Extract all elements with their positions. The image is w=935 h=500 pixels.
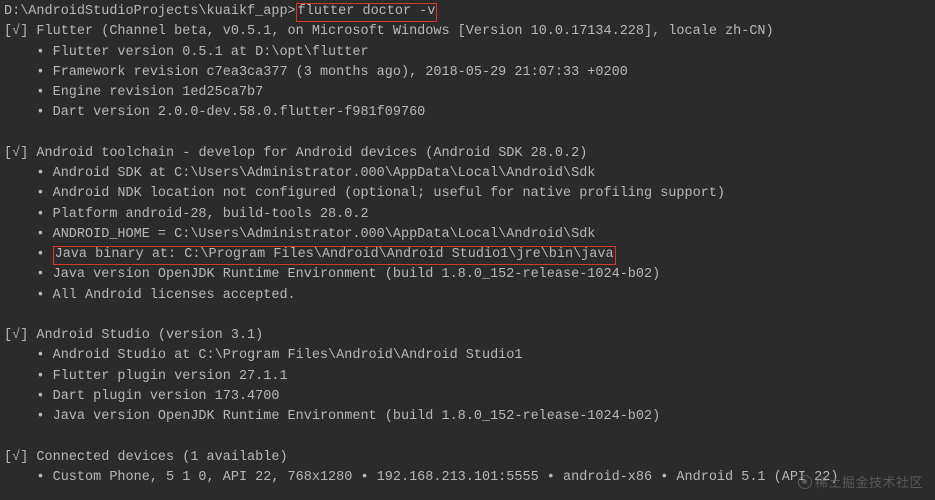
prompt-line: D:\AndroidStudioProjects\kuaikf_app>flut… [4, 2, 931, 22]
output-line: • Java version OpenJDK Runtime Environme… [4, 265, 931, 285]
prompt-path: D:\AndroidStudioProjects\kuaikf_app> [4, 4, 296, 19]
check-icon: [√] [4, 24, 28, 39]
output-line: • Java version OpenJDK Runtime Environme… [4, 407, 931, 427]
output-line: • Platform android-28, build-tools 28.0.… [4, 205, 931, 225]
output-line: • Android Studio at C:\Program Files\And… [4, 346, 931, 366]
check-icon: [√] [4, 450, 28, 465]
output-line-highlight: • Java binary at: C:\Program Files\Andro… [4, 245, 931, 265]
output-line: • Android NDK location not configured (o… [4, 184, 931, 204]
blank-line [4, 306, 931, 326]
command-highlight: flutter doctor -v [296, 3, 438, 22]
output-line: • Engine revision 1ed25ca7b7 [4, 83, 931, 103]
output-line: • Framework revision c7ea3ca377 (3 month… [4, 63, 931, 83]
output-line: • Custom Phone, 5 1 0, API 22, 768x1280 … [4, 468, 931, 488]
highlight-text: Java binary at: C:\Program Files\Android… [55, 247, 614, 262]
output-line: • Android SDK at C:\Users\Administrator.… [4, 164, 931, 184]
section-title: Android toolchain - develop for Android … [28, 146, 587, 161]
section-header-android-studio: [√] Android Studio (version 3.1) [4, 326, 931, 346]
section-header-connected-devices: [√] Connected devices (1 available) [4, 448, 931, 468]
watermark: 稀土掘金技术社区 [798, 473, 923, 493]
check-icon: [√] [4, 146, 28, 161]
output-line: • All Android licenses accepted. [4, 286, 931, 306]
output-line: • Dart plugin version 173.4700 [4, 387, 931, 407]
output-line: • Flutter plugin version 27.1.1 [4, 367, 931, 387]
output-line: • ANDROID_HOME = C:\Users\Administrator.… [4, 225, 931, 245]
section-title: Connected devices (1 available) [28, 450, 287, 465]
section-header-android-toolchain: [√] Android toolchain - develop for Andr… [4, 144, 931, 164]
section-header-flutter: [√] Flutter (Channel beta, v0.5.1, on Mi… [4, 22, 931, 42]
watermark-logo-icon [798, 475, 812, 489]
blank-line [4, 124, 931, 144]
terminal-output: D:\AndroidStudioProjects\kuaikf_app>flut… [4, 2, 931, 488]
section-title: Android Studio (version 3.1) [28, 328, 263, 343]
line-prefix: • [4, 247, 53, 262]
blank-line [4, 427, 931, 447]
watermark-text: 稀土掘金技术社区 [815, 475, 923, 490]
java-binary-highlight: Java binary at: C:\Program Files\Android… [53, 246, 616, 265]
section-title: Flutter (Channel beta, v0.5.1, on Micros… [28, 24, 773, 39]
output-line: • Dart version 2.0.0-dev.58.0.flutter-f9… [4, 103, 931, 123]
check-icon: [√] [4, 328, 28, 343]
command-text: flutter doctor -v [298, 4, 436, 19]
output-line: • Flutter version 0.5.1 at D:\opt\flutte… [4, 43, 931, 63]
